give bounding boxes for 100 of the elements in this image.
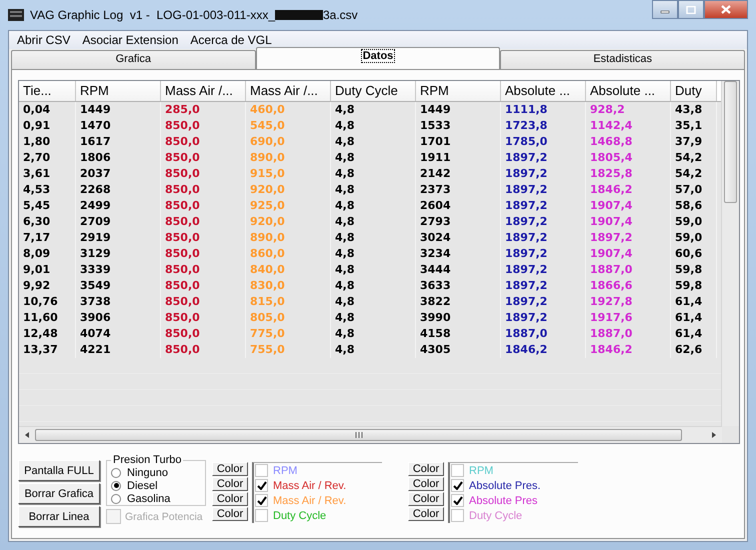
left-arrow-icon[interactable]	[23, 431, 31, 439]
action-button[interactable]: Borrar Grafica	[18, 483, 100, 504]
color-button[interactable]: Color	[408, 507, 444, 521]
table-cell: 1897,2	[501, 294, 586, 310]
table-cell: 850,0	[161, 118, 246, 134]
series-label[interactable]: Mass Air / Rev.	[273, 480, 346, 492]
tab[interactable]: Estadisticas	[500, 50, 746, 69]
table-cell: 4,8	[331, 310, 416, 326]
table-cell: 3549	[76, 278, 161, 294]
table-cell: 3024	[416, 230, 501, 246]
color-button[interactable]: Color	[408, 492, 444, 506]
close-button[interactable]	[704, 0, 748, 19]
table-cell: 1533	[416, 118, 501, 134]
column-header[interactable]: Absolute ...	[501, 81, 586, 101]
action-button[interactable]: Borrar Linea	[18, 506, 100, 527]
menu-item[interactable]: Abrir CSV	[11, 33, 76, 47]
table-cell: 1897,2	[501, 198, 586, 214]
redaction-bar	[275, 10, 323, 20]
series-label[interactable]: Absolute Pres	[469, 494, 538, 506]
table-cell: 61,4	[671, 294, 717, 310]
radio-circle-icon[interactable]	[111, 494, 121, 504]
table-cell: 460,0	[246, 102, 331, 118]
checkbox[interactable]	[451, 494, 464, 507]
column-header[interactable]: Absolute ...	[586, 81, 671, 101]
table-cell: 58,6	[671, 198, 717, 214]
table-cell: 13,37	[19, 342, 76, 358]
table-cell: 4,8	[331, 230, 416, 246]
series-label[interactable]: Absolute Pres.	[469, 480, 541, 492]
menu-item[interactable]: Asociar Extension	[76, 33, 184, 47]
table-cell: 690,0	[246, 134, 331, 150]
action-button[interactable]: Pantalla FULL	[18, 460, 100, 481]
table-cell: 2142	[416, 166, 501, 182]
table-cell: 1897,2	[501, 262, 586, 278]
color-button[interactable]: Color	[212, 507, 248, 521]
radio-option[interactable]: Diesel	[111, 479, 201, 492]
checkbox[interactable]	[255, 509, 268, 522]
color-button[interactable]: Color	[408, 477, 444, 491]
checkbox[interactable]	[255, 464, 268, 477]
column-header[interactable]: Mass Air /...	[161, 81, 246, 101]
table-cell: 61,4	[671, 310, 717, 326]
color-button[interactable]: Color	[212, 492, 248, 506]
table-cell: 3,61	[19, 166, 76, 182]
table-cell: 4,8	[331, 182, 416, 198]
table-cell: 4,53	[19, 182, 76, 198]
table-cell: 285,0	[161, 102, 246, 118]
table-cell: 1887,0	[586, 262, 671, 278]
table-cell: 61,4	[671, 326, 717, 342]
table-cell: 925,0	[246, 198, 331, 214]
vertical-scrollbar[interactable]	[721, 81, 739, 426]
table-cell: 1897,2	[501, 214, 586, 230]
table-cell: 59,0	[671, 230, 717, 246]
table-cell: 2604	[416, 198, 501, 214]
horizontal-scrollbar[interactable]	[19, 426, 722, 443]
table-cell: 850,0	[161, 198, 246, 214]
radio-circle-icon[interactable]	[111, 480, 121, 490]
column-header[interactable]: Tie...	[19, 81, 76, 101]
tab[interactable]: Datos	[256, 47, 500, 69]
table-cell: 850,0	[161, 134, 246, 150]
color-button[interactable]: Color	[212, 477, 248, 491]
radio-option[interactable]: Ninguno	[111, 466, 201, 479]
table-cell: 1846,2	[586, 342, 671, 358]
color-button[interactable]: Color	[408, 462, 444, 476]
table-cell: 850,0	[161, 246, 246, 262]
table-cell: 9,92	[19, 278, 76, 294]
table-cell: 4,8	[331, 166, 416, 182]
maximize-button[interactable]	[678, 0, 704, 19]
group-title: Presion Turbo	[112, 454, 182, 466]
table-cell: 850,0	[161, 150, 246, 166]
column-header[interactable]: Mass Air /...	[246, 81, 331, 101]
checkbox[interactable]	[451, 509, 464, 522]
radio-option[interactable]: Gasolina	[111, 492, 201, 505]
column-header[interactable]: RPM	[76, 81, 161, 101]
right-arrow-icon[interactable]	[710, 431, 718, 439]
checkbox[interactable]	[451, 464, 464, 477]
menu-item[interactable]: Acerca de VGL	[184, 33, 278, 47]
table-cell: 35,1	[671, 118, 717, 134]
table-cell: 850,0	[161, 294, 246, 310]
table-cell: 830,0	[246, 278, 331, 294]
table-cell: 3444	[416, 262, 501, 278]
checkbox[interactable]	[255, 494, 268, 507]
table-cell: 1927,8	[586, 294, 671, 310]
checkbox[interactable]	[255, 479, 268, 492]
table-cell: 1897,2	[501, 310, 586, 326]
table-cell: 62,6	[671, 342, 717, 358]
table-cell: 850,0	[161, 278, 246, 294]
column-header[interactable]: Duty	[671, 81, 717, 101]
column-header[interactable]: RPM	[416, 81, 501, 101]
column-header[interactable]: Duty Cycle	[331, 81, 416, 101]
table-cell: 4074	[76, 326, 161, 342]
color-button[interactable]: Color	[212, 462, 248, 476]
table-cell: 860,0	[246, 246, 331, 262]
minimize-button[interactable]	[652, 0, 678, 19]
window-title: VAG Graphic Log v1 - LOG-01-003-011-xxx_	[30, 8, 275, 22]
tab[interactable]: Grafica	[11, 50, 256, 69]
radio-circle-icon[interactable]	[111, 468, 121, 478]
checkbox[interactable]	[451, 479, 464, 492]
table-cell: 1907,4	[586, 246, 671, 262]
table-cell: 890,0	[246, 150, 331, 166]
table-cell: 3234	[416, 246, 501, 262]
table-cell: 920,0	[246, 182, 331, 198]
